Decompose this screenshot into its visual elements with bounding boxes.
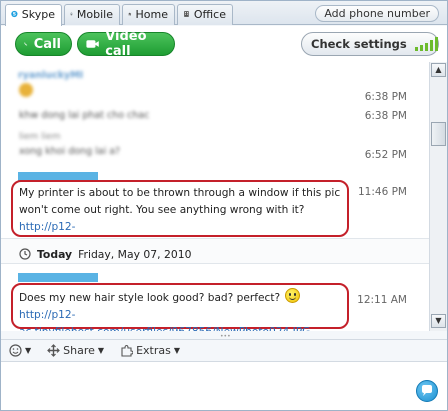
message-time: 6:38 PM (364, 110, 407, 122)
extras-label: Extras (136, 344, 171, 357)
clock-icon (19, 248, 31, 260)
tab-label: Skype (21, 8, 55, 21)
redacted-sender-bar (18, 273, 98, 282)
video-call-label: Video call (105, 29, 147, 59)
photo-link[interactable]: http://p12-ac.tinyfilehost.com/userfiles… (19, 309, 310, 331)
chat-line: liem liem (1, 132, 429, 144)
message-time: 6:38 PM (364, 91, 407, 103)
message-time: 12:11 AM (357, 294, 407, 306)
date-separator: Today Friday, May 07, 2010 (1, 238, 429, 264)
skype-icon: S (11, 10, 18, 18)
tab-home[interactable]: Home (122, 4, 175, 25)
puzzle-icon (121, 344, 134, 357)
extras-menu-button[interactable]: Extras ▼ (112, 344, 188, 357)
home-icon (128, 12, 132, 16)
skype-window: S Skype Mobile Home Office Add phone num… (0, 0, 448, 411)
chat-line: 6:38 PM (1, 82, 429, 103)
emoticon-icon (19, 83, 33, 97)
smiley-outline-icon (9, 344, 22, 357)
tab-label: Mobile (76, 8, 113, 21)
call-label: Call (33, 36, 61, 52)
chevron-down-icon: ▼ (173, 346, 180, 355)
vertical-scrollbar[interactable]: ▲ ▼ (429, 62, 447, 331)
video-call-button[interactable]: Video call (77, 29, 175, 59)
share-label: Share (63, 344, 95, 357)
tab-skype[interactable]: S Skype (5, 4, 62, 26)
chevron-down-icon: ▼ (97, 346, 105, 355)
date-text: Friday, May 07, 2010 (78, 247, 192, 261)
share-menu-button[interactable]: Share ▼ (39, 344, 112, 357)
video-camera-icon (86, 40, 99, 48)
tab-office[interactable]: Office (177, 4, 233, 25)
message-highlight-2: Does my new hair style look good? bad? p… (11, 283, 349, 331)
scroll-thumb[interactable] (431, 122, 446, 146)
message-input-area[interactable] (1, 361, 447, 410)
share-icon (47, 344, 61, 357)
message-text: xong khoi dong lai a? (19, 146, 121, 157)
office-icon (184, 11, 189, 17)
add-phone-number-button[interactable]: Add phone number (315, 5, 439, 22)
message-text: My printer is about to be thrown through… (19, 187, 341, 216)
date-today-label: Today (37, 247, 73, 261)
scroll-down-button[interactable]: ▼ (431, 314, 446, 328)
phone-handset-icon (24, 42, 28, 46)
tab-label: Office (193, 8, 226, 21)
signal-strength-icon (414, 37, 438, 51)
tab-bar: S Skype Mobile Home Office Add phone num… (1, 1, 447, 26)
resize-grip-icon[interactable]: ••• (220, 333, 231, 340)
tab-mobile[interactable]: Mobile (64, 4, 120, 25)
message-highlight-1: My printer is about to be thrown through… (11, 180, 349, 250)
emoticons-button[interactable]: ▼ (1, 344, 39, 357)
call-button[interactable]: Call (15, 32, 72, 56)
check-settings-label: Check settings (311, 37, 407, 51)
message-time: 11:46 PM (358, 186, 407, 198)
compose-toolbar: ▼ Share ▼ Extras ▼ (1, 339, 447, 361)
chat-line: xong khoi dong lai a? 6:52 PM (1, 146, 429, 162)
message-text: Does my new hair style look good? bad? p… (19, 292, 281, 304)
conversation-history: ryanluckyMI 6:38 PM khw dong lai phat ch… (1, 62, 429, 331)
phone-icon (70, 12, 73, 16)
message-time: 6:52 PM (364, 149, 407, 161)
chat-bubble-icon (422, 385, 432, 396)
chevron-down-icon: ▼ (25, 346, 32, 355)
scroll-up-button[interactable]: ▲ (431, 63, 446, 77)
sender-name: ryanluckyMI (18, 70, 84, 81)
chat-line: khw dong lai phat cho chac 6:38 PM (1, 110, 429, 126)
svg-text:S: S (13, 12, 16, 18)
message-text: khw dong lai phat cho chac (19, 110, 150, 121)
tab-label: Home (135, 8, 168, 21)
sender-name: liem liem (19, 132, 61, 142)
check-settings-button[interactable]: Check settings (301, 32, 439, 56)
call-toolbar: Call Video call Check settings (1, 26, 447, 62)
send-message-button[interactable] (416, 380, 438, 402)
smiley-icon (285, 288, 301, 303)
